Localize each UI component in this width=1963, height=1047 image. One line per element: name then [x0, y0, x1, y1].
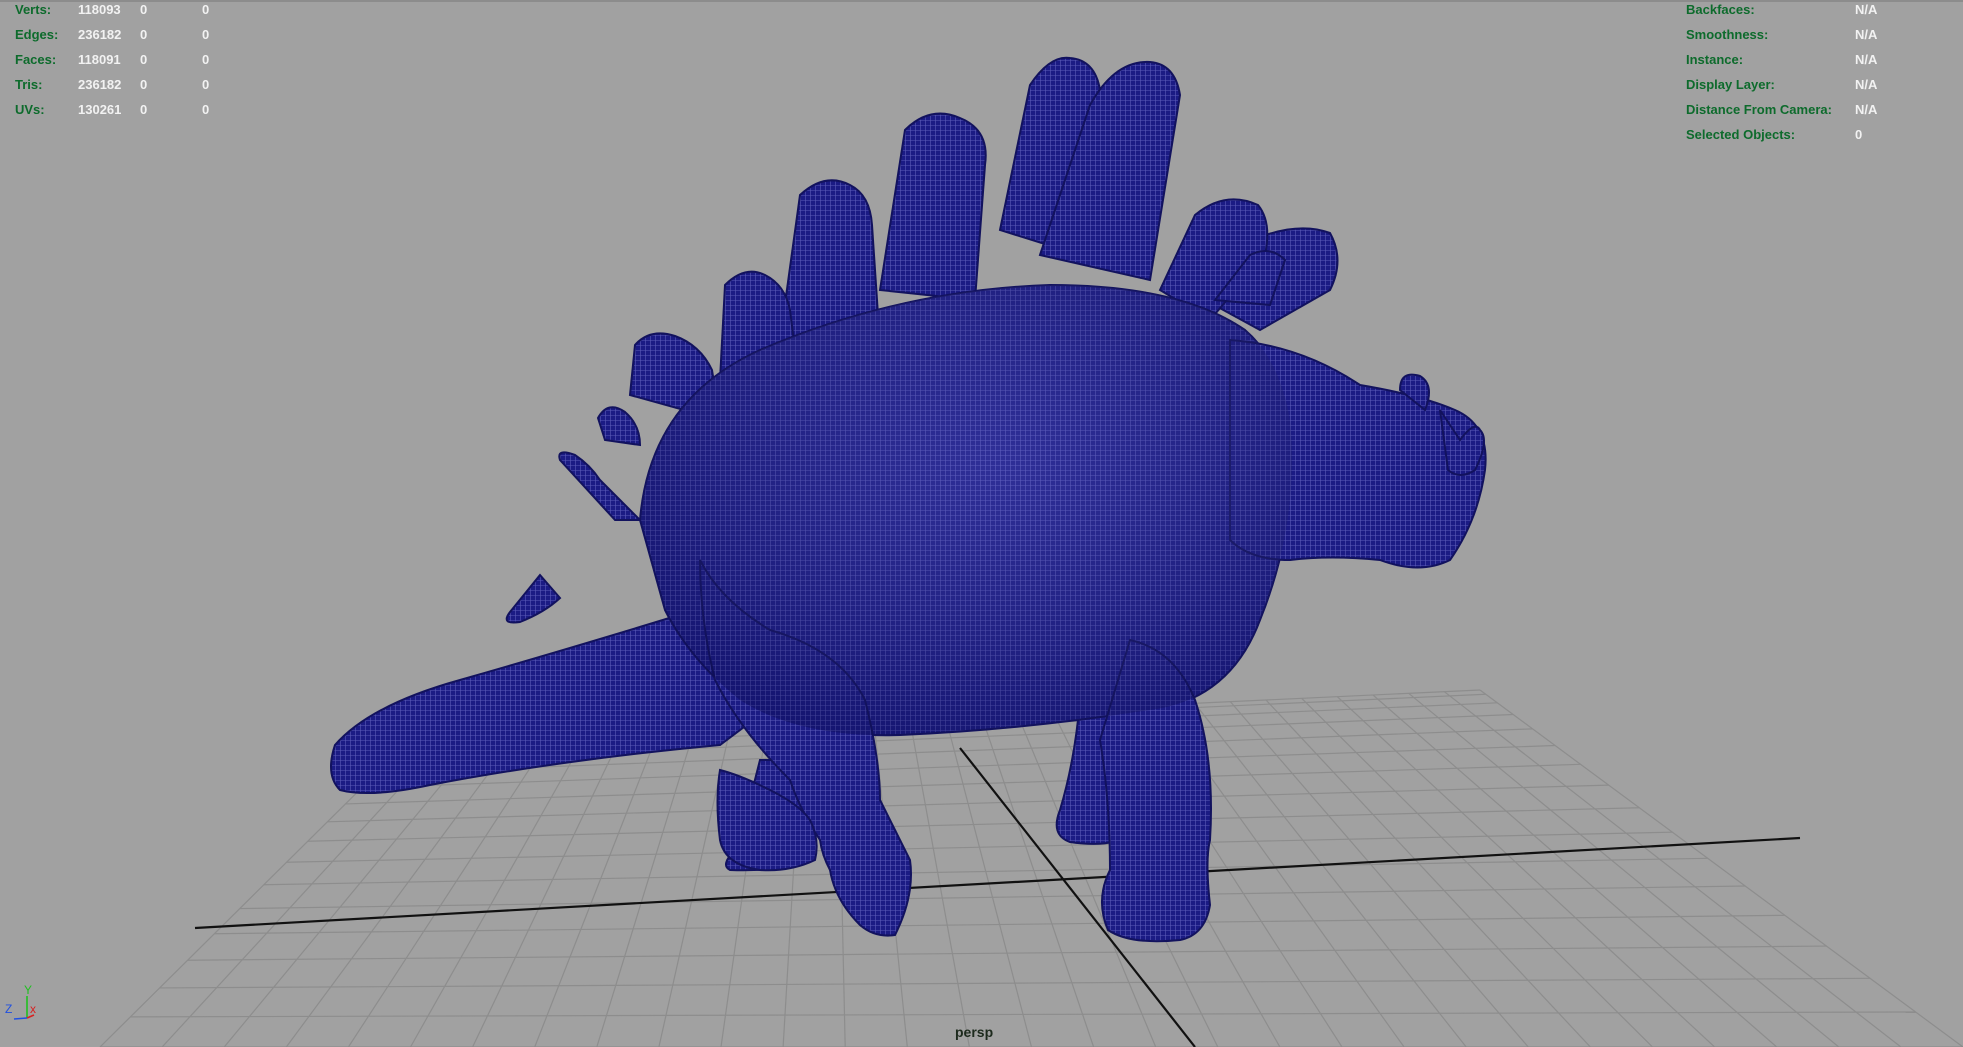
hud-label: Backfaces: — [1686, 2, 1755, 17]
poly-count-hud: Verts: 118093 0 0 Edges: 236182 0 0 Faces: 118091… — [15, 0, 275, 122]
hud-row-faces: Faces: 118091 0 0 — [15, 47, 275, 72]
hud-row-edges: Edges: 236182 0 0 — [15, 22, 275, 47]
hud-value-selected: 0 — [140, 27, 148, 42]
hud-row-distancefromcamera: Distance From Camera: N/A — [1686, 97, 1946, 122]
hud-row-displaylayer: Display Layer: N/A — [1686, 72, 1946, 97]
hud-value: N/A — [1855, 102, 1878, 117]
grid-line — [1372, 694, 1778, 1047]
grid-line — [1301, 697, 1653, 1047]
hud-label: Faces: — [15, 52, 57, 67]
hud-value-selected: 0 — [140, 2, 148, 17]
grid-line — [472, 729, 625, 1047]
grid-line — [1265, 699, 1591, 1047]
hud-row-selectedobjects: Selected Objects: 0 — [1686, 122, 1946, 147]
camera-name-label: persp — [955, 1024, 994, 1040]
grid-line — [534, 728, 661, 1047]
grid-line — [159, 977, 1871, 989]
grid-line — [187, 945, 1827, 961]
hud-label: Tris: — [15, 77, 43, 92]
grid-line — [1194, 702, 1467, 1047]
hud-value-selected: 0 — [140, 77, 148, 92]
hud-label: Verts: — [15, 2, 52, 17]
hud-value-component: 0 — [202, 27, 210, 42]
hud-value: N/A — [1855, 27, 1878, 42]
hud-value-selected: 0 — [140, 52, 148, 67]
hud-label: Smoothness: — [1686, 27, 1769, 42]
object-details-hud: Backfaces: N/A Smoothness: N/A Instance: N/A D… — [1686, 0, 1946, 147]
grid-line — [1443, 691, 1902, 1047]
hud-value-total: 236182 — [78, 27, 122, 42]
hud-label: UVs: — [15, 102, 45, 117]
hud-value-component: 0 — [202, 2, 210, 17]
grid-line — [239, 885, 1746, 910]
grid-line — [1479, 689, 1963, 1047]
hud-row-verts: Verts: 118093 0 0 — [15, 0, 275, 22]
hud-value-total: 118091 — [78, 52, 121, 67]
y-axis-label: Y — [24, 983, 32, 997]
hud-row-instance: Instance: N/A — [1686, 47, 1946, 72]
grid-line — [1229, 701, 1529, 1047]
grid-line — [327, 784, 1609, 823]
scene-canvas[interactable] — [0, 0, 1963, 1047]
grid-line — [345, 763, 1581, 805]
hud-value-total: 236182 — [78, 77, 122, 92]
hud-row-tris: Tris: 236182 0 0 — [15, 72, 275, 97]
hud-value-total: 130261 — [78, 102, 122, 117]
hud-label: Instance: — [1686, 52, 1744, 67]
hud-value-component: 0 — [202, 77, 210, 92]
hud-value-total: 118093 — [78, 2, 121, 17]
hud-value-component: 0 — [202, 102, 210, 117]
hud-label: Distance From Camera: — [1686, 102, 1832, 117]
hud-row-backfaces: Backfaces: N/A — [1686, 0, 1946, 22]
hud-row-smoothness: Smoothness: N/A — [1686, 22, 1946, 47]
hud-value-component: 0 — [202, 52, 210, 67]
grid-line — [1336, 696, 1716, 1047]
hud-value: N/A — [1855, 2, 1878, 17]
x-axis-label: x — [30, 1002, 36, 1016]
hud-label: Display Layer: — [1686, 77, 1775, 92]
z-axis-label: Z — [5, 1002, 12, 1016]
grid-line — [263, 857, 1708, 886]
hud-value: N/A — [1855, 52, 1878, 67]
hud-row-uvs: UVs: 130261 0 0 — [15, 97, 275, 122]
hud-value-selected: 0 — [140, 102, 148, 117]
hud-label: Selected Objects: — [1686, 127, 1796, 142]
hud-value: N/A — [1855, 77, 1878, 92]
grid-line — [596, 726, 696, 1047]
hud-value: 0 — [1855, 127, 1863, 142]
hud-label: Edges: — [15, 27, 59, 42]
perspective-viewport[interactable]: Verts: 118093 0 0 Edges: 236182 0 0 Faces: 118091… — [0, 0, 1963, 1047]
axis-orientation-gizmo: Y x Z — [5, 983, 36, 1020]
grid-line — [214, 914, 1785, 935]
grid-line — [1408, 692, 1840, 1047]
